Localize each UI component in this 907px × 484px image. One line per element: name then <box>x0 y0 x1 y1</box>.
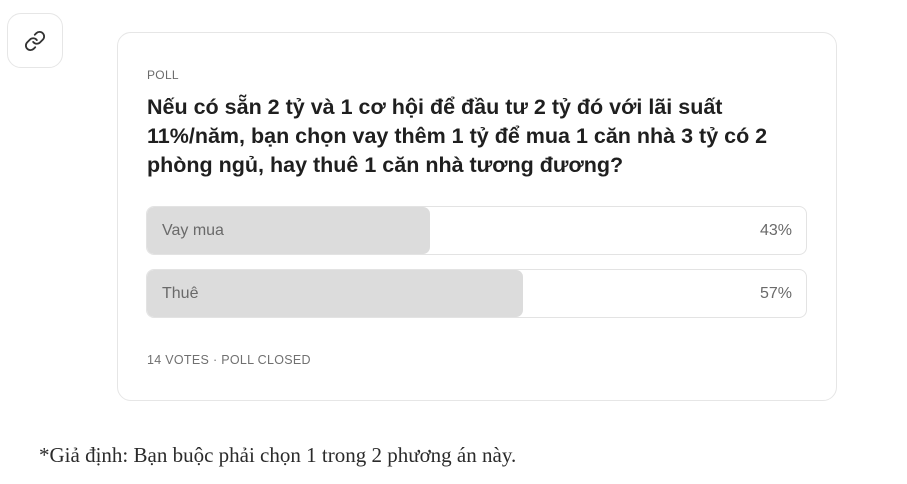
poll-status: POLL CLOSED <box>221 353 311 367</box>
poll-option-percent: 43% <box>759 222 792 239</box>
poll-card: POLL Nếu có sẵn 2 tỷ và 1 cơ hội để đầu … <box>117 32 837 401</box>
poll-option-label: Vay mua <box>162 222 224 239</box>
poll-option-result-bar <box>147 270 523 317</box>
poll-option-vay-mua[interactable]: Vay mua 43% <box>146 206 807 255</box>
poll-label: POLL <box>147 68 179 82</box>
poll-option-label: Thuê <box>162 285 199 302</box>
poll-option-thue[interactable]: Thuê 57% <box>146 269 807 318</box>
poll-option-percent: 57% <box>759 285 792 302</box>
footnote: *Giả định: Bạn buộc phải chọn 1 trong 2 … <box>39 443 517 467</box>
link-icon <box>24 30 46 52</box>
vote-count: 14 VOTES <box>147 353 210 367</box>
meta-separator: · <box>212 353 218 367</box>
poll-question: Nếu có sẵn 2 tỷ và 1 cơ hội để đầu tư 2 … <box>147 95 768 177</box>
copy-link-button[interactable] <box>7 13 63 68</box>
poll-meta: 14 VOTES · POLL CLOSED <box>147 353 311 367</box>
